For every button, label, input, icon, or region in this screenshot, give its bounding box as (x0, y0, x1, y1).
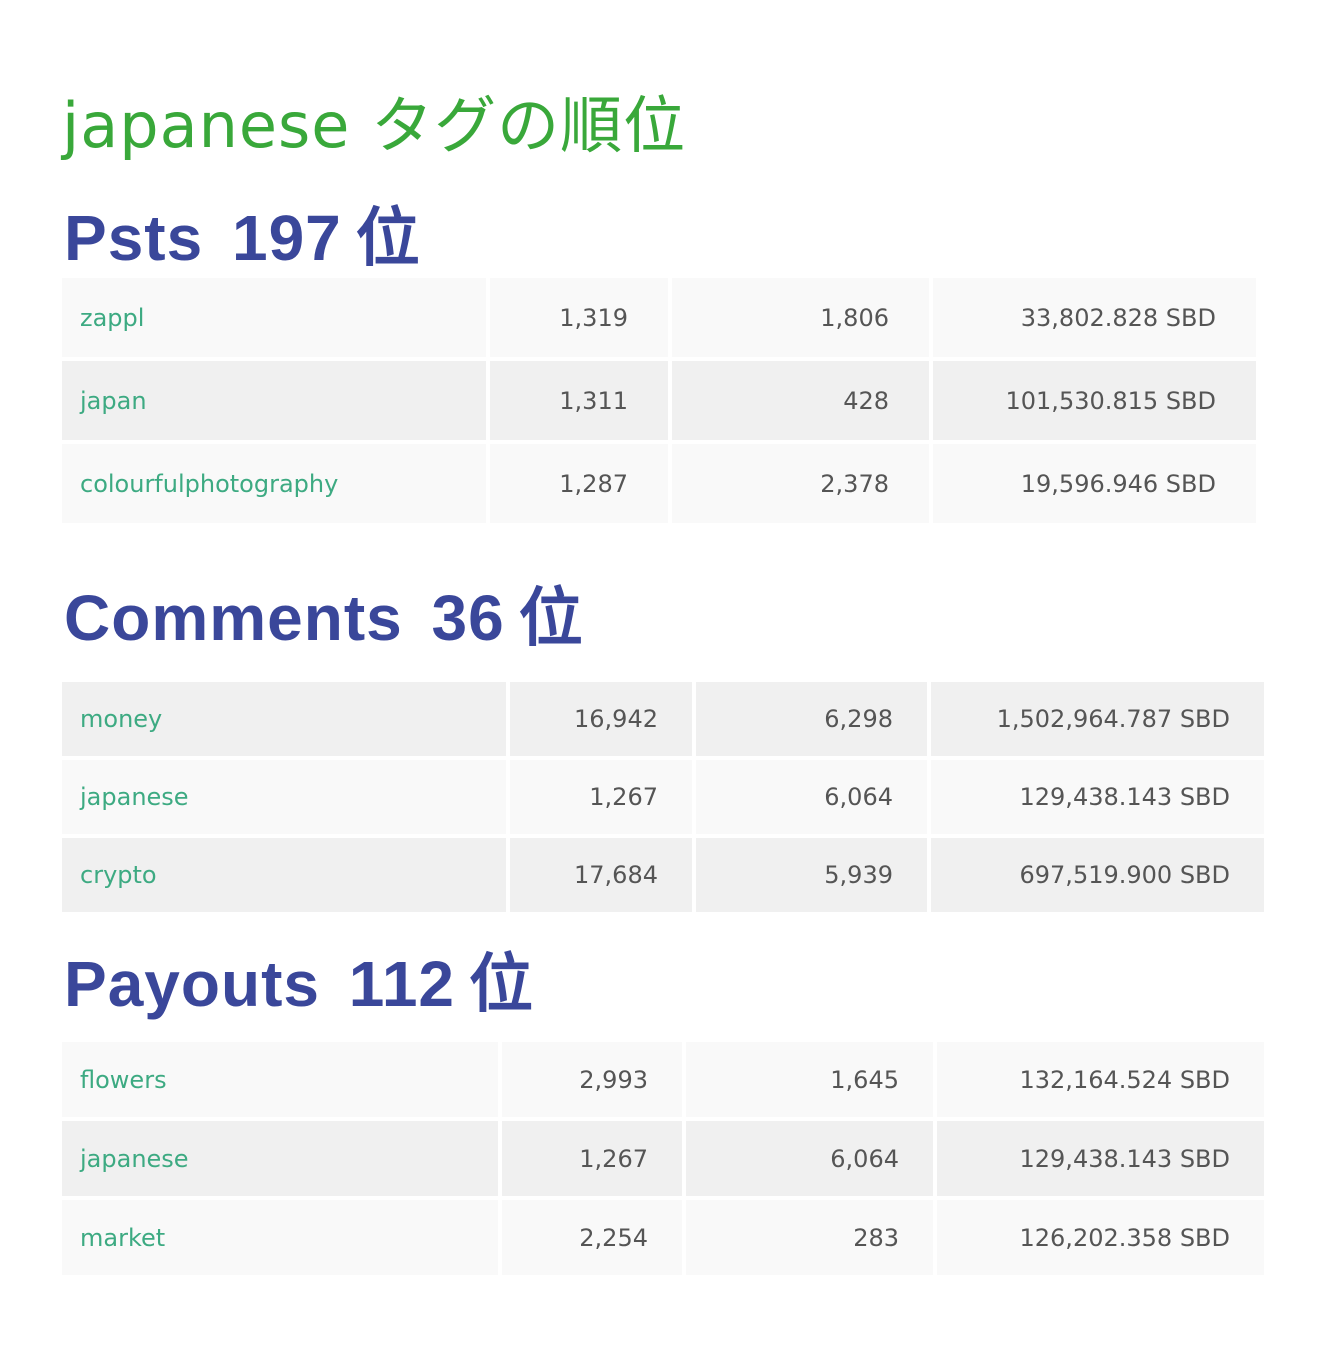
table-row: japanese 1,267 6,064 129,438.143 SBD (62, 1121, 1264, 1196)
tag-link[interactable]: japanese (62, 1121, 498, 1196)
comments-count: 428 (672, 361, 929, 440)
rank-suffix: 位 (518, 582, 584, 654)
table-row: flowers 2,993 1,645 132,164.524 SBD (62, 1042, 1264, 1117)
table-row: japanese 1,267 6,064 129,438.143 SBD (62, 760, 1264, 834)
payouts-amount: 19,596.946 SBD (933, 444, 1256, 523)
posts-rank-heading: Psts 197 位 (64, 200, 421, 276)
comments-count: 5,939 (696, 838, 927, 912)
table-row: japan 1,311 428 101,530.815 SBD (62, 361, 1256, 440)
comments-count: 2,378 (672, 444, 929, 523)
comments-rank-heading: Comments 36 位 (64, 580, 584, 656)
payouts-ranking-table: flowers 2,993 1,645 132,164.524 SBD japa… (58, 1038, 1268, 1279)
payouts-amount: 101,530.815 SBD (933, 361, 1256, 440)
tag-link[interactable]: japan (62, 361, 486, 440)
payouts-amount: 1,502,964.787 SBD (931, 682, 1264, 756)
posts-count: 2,993 (502, 1042, 682, 1117)
rank-number: 112 (348, 948, 455, 1020)
table-row: crypto 17,684 5,939 697,519.900 SBD (62, 838, 1264, 912)
tag-link[interactable]: market (62, 1200, 498, 1275)
comments-count: 6,064 (686, 1121, 933, 1196)
table-row: market 2,254 283 126,202.358 SBD (62, 1200, 1264, 1275)
payouts-amount: 33,802.828 SBD (933, 278, 1256, 357)
tag-link[interactable]: crypto (62, 838, 506, 912)
payouts-amount: 697,519.900 SBD (931, 838, 1264, 912)
posts-count: 1,311 (490, 361, 668, 440)
tag-link[interactable]: flowers (62, 1042, 498, 1117)
posts-count: 1,319 (490, 278, 668, 357)
tag-link[interactable]: zappl (62, 278, 486, 357)
table-row: money 16,942 6,298 1,502,964.787 SBD (62, 682, 1264, 756)
posts-ranking-table: zappl 1,319 1,806 33,802.828 SBD japan 1… (58, 274, 1260, 527)
rank-number: 197 (231, 202, 342, 274)
comments-count: 6,298 (696, 682, 927, 756)
tag-link[interactable]: money (62, 682, 506, 756)
posts-count: 2,254 (502, 1200, 682, 1275)
section-label: Psts (64, 202, 204, 274)
table-row: colourfulphotography 1,287 2,378 19,596.… (62, 444, 1256, 523)
table-row: zappl 1,319 1,806 33,802.828 SBD (62, 278, 1256, 357)
posts-count: 1,267 (510, 760, 692, 834)
posts-count: 16,942 (510, 682, 692, 756)
rank-suffix: 位 (469, 948, 534, 1020)
payouts-amount: 132,164.524 SBD (937, 1042, 1264, 1117)
payouts-rank-heading: Payouts 112 位 (64, 946, 534, 1022)
section-label: Payouts (64, 948, 320, 1020)
page-title: japanese タグの順位 (62, 89, 687, 162)
comments-ranking-table: money 16,942 6,298 1,502,964.787 SBD jap… (58, 678, 1268, 916)
tag-link[interactable]: japanese (62, 760, 506, 834)
tag-link[interactable]: colourfulphotography (62, 444, 486, 523)
section-label: Comments (64, 582, 403, 654)
payouts-amount: 129,438.143 SBD (937, 1121, 1264, 1196)
posts-count: 1,267 (502, 1121, 682, 1196)
comments-count: 6,064 (696, 760, 927, 834)
payouts-amount: 126,202.358 SBD (937, 1200, 1264, 1275)
posts-count: 1,287 (490, 444, 668, 523)
payouts-amount: 129,438.143 SBD (931, 760, 1264, 834)
posts-count: 17,684 (510, 838, 692, 912)
rank-suffix: 位 (355, 202, 421, 274)
comments-count: 283 (686, 1200, 933, 1275)
rank-number: 36 (431, 582, 505, 654)
comments-count: 1,806 (672, 278, 929, 357)
comments-count: 1,645 (686, 1042, 933, 1117)
